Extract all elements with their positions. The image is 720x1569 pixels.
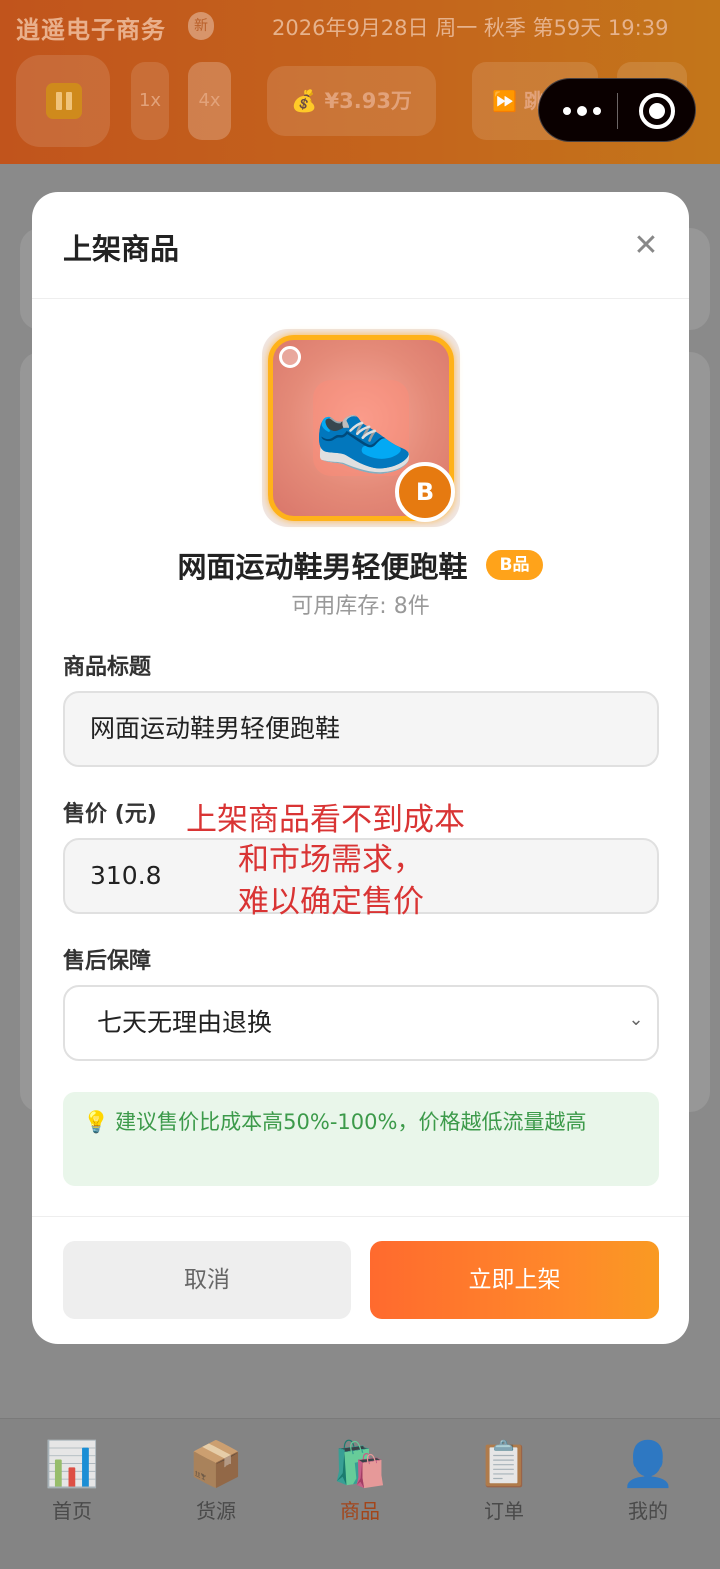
speed-1x-button[interactable]: 1x <box>131 62 169 140</box>
app-title: 逍遥电子商务 <box>16 16 166 44</box>
annotation-line: 难以确定售价 <box>238 884 424 920</box>
grade-badge: B <box>395 462 455 522</box>
nav-home[interactable]: 📊 首页 <box>22 1437 122 1524</box>
more-icon[interactable] <box>561 99 601 123</box>
capsule-divider <box>617 93 618 129</box>
pricing-tip: 💡 建议售价比成本高50%-100%，价格越低流量越高 <box>63 1092 659 1186</box>
nav-label: 我的 <box>628 1499 668 1523</box>
bottom-nav: 📊 首页 📦 货源 🛍️ 商品 📋 订单 👤 我的 <box>0 1418 720 1569</box>
nav-profile[interactable]: 👤 我的 <box>598 1437 698 1524</box>
game-datetime: 2026年9月28日 周一 秋季 第59天 19:39 <box>272 16 669 40</box>
nav-label: 订单 <box>484 1499 524 1523</box>
list-product-modal: 上架商品 ✕ 👟 B 网面运动鞋男轻便跑鞋 B品 可用库存: 8件 商品标题 网面… <box>32 192 689 1344</box>
app-badge: 新 <box>188 12 214 40</box>
package-icon: 📦 <box>188 1439 244 1490</box>
pause-button[interactable] <box>16 55 110 147</box>
money-display: 💰 ¥3.93万 <box>267 66 436 136</box>
product-title-input[interactable]: 网面运动鞋男轻便跑鞋 <box>63 691 659 767</box>
nav-label: 货源 <box>196 1499 236 1523</box>
title-label: 商品标题 <box>63 655 152 680</box>
nav-orders[interactable]: 📋 订单 <box>454 1437 554 1524</box>
lightbulb-icon: 💡 <box>83 1110 110 1134</box>
shopping-bags-icon: 🛍️ <box>332 1439 388 1490</box>
cancel-button[interactable]: 取消 <box>63 1241 351 1319</box>
nav-label: 商品 <box>340 1499 380 1523</box>
warranty-selected-value: 七天无理由退换 <box>97 1008 273 1037</box>
close-icon[interactable]: ✕ <box>628 228 664 264</box>
product-name: 网面运动鞋男轻便跑鞋 <box>177 550 468 584</box>
footer-divider <box>32 1216 689 1217</box>
warranty-select[interactable]: 七天无理由退换 ⌄ <box>63 985 659 1061</box>
modal-header: 上架商品 ✕ <box>32 192 689 299</box>
nav-label: 首页 <box>52 1499 92 1523</box>
warranty-label: 售后保障 <box>63 949 152 974</box>
chart-icon: 📊 <box>44 1439 100 1490</box>
miniprogram-capsule <box>538 78 696 142</box>
available-stock: 可用库存: 8件 <box>291 594 430 619</box>
nav-products[interactable]: 🛍️ 商品 <box>310 1437 410 1524</box>
list-now-button[interactable]: 立即上架 <box>370 1241 659 1319</box>
sneaker-icon: 👟 <box>313 382 416 477</box>
grade-tag: B品 <box>485 550 544 580</box>
nav-supply[interactable]: 📦 货源 <box>166 1437 266 1524</box>
top-status-bar: 逍遥电子商务 新 2026年9月28日 周一 秋季 第59天 19:39 1x … <box>0 0 720 164</box>
annotation-line: 上架商品看不到成本 <box>186 802 465 838</box>
pause-icon <box>46 83 82 119</box>
chevron-down-icon: ⌄ <box>628 1009 644 1030</box>
clipboard-icon: 📋 <box>476 1439 532 1490</box>
user-icon: 👤 <box>620 1439 676 1490</box>
ring-icon <box>279 346 301 368</box>
product-image: 👟 B <box>262 329 460 527</box>
price-label: 售价 (元) <box>63 802 157 827</box>
annotation-line: 和市场需求， <box>238 842 424 878</box>
modal-title: 上架商品 <box>63 232 180 266</box>
tip-text: 建议售价比成本高50%-100%，价格越低流量越高 <box>115 1110 587 1134</box>
close-miniprogram-icon[interactable] <box>639 93 675 129</box>
speed-4x-button[interactable]: 4x <box>188 62 231 140</box>
product-name-row: 网面运动鞋男轻便跑鞋 B品 <box>32 544 689 592</box>
product-tile: 👟 B <box>268 335 455 522</box>
